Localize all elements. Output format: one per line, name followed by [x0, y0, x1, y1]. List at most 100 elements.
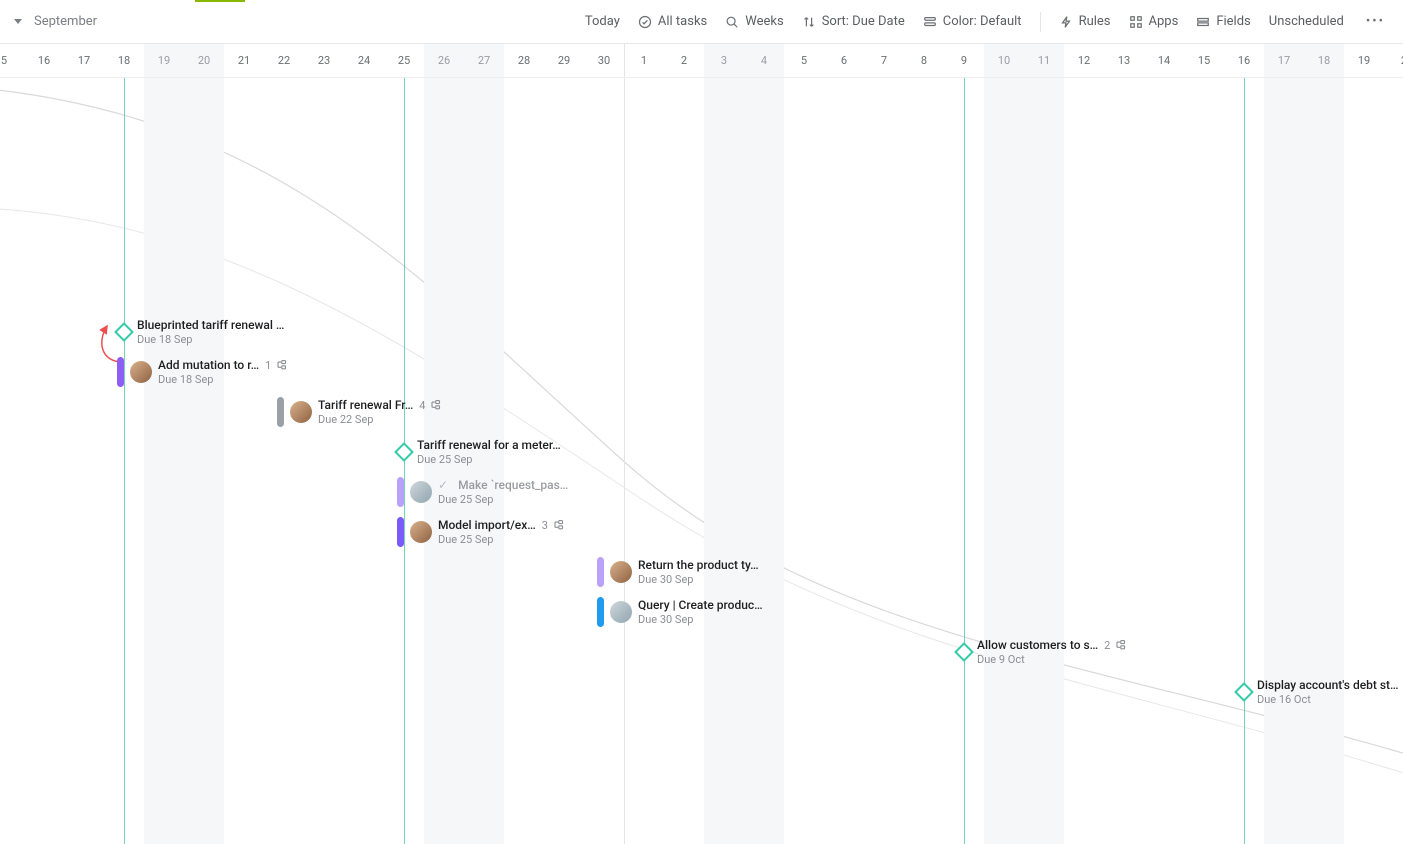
milestone-vline — [964, 78, 965, 844]
day-header: 6 — [824, 44, 864, 77]
day-header: 10 — [984, 44, 1024, 77]
day-header: 18 — [1304, 44, 1344, 77]
unscheduled-button[interactable]: Unscheduled — [1269, 14, 1344, 29]
rules-button[interactable]: Rules — [1059, 14, 1111, 29]
palette-icon — [923, 15, 937, 29]
task-title: Return the product ty… — [638, 558, 759, 572]
weekend-column — [1264, 78, 1344, 844]
day-header: 17 — [64, 44, 104, 77]
task-t10[interactable]: Display account's debt st…Due 16 Oct — [1237, 675, 1399, 709]
task-t3[interactable]: Tariff renewal Fr…4Due 22 Sep — [277, 395, 441, 429]
task-pill — [597, 557, 604, 587]
task-t8[interactable]: Query | Create produc…Due 30 Sep — [597, 595, 763, 629]
task-t4[interactable]: Tariff renewal for a meter…Due 25 Sep — [397, 435, 561, 469]
task-t5[interactable]: ✓ Make `request_pas…Due 25 Sep — [397, 475, 568, 509]
timeline-body[interactable]: Blueprinted tariff renewal …Due 18 SepAd… — [0, 78, 1403, 844]
assignee-avatar — [290, 401, 312, 423]
timeline-toolbar: September Today All tasks Weeks Sort: Du… — [0, 0, 1403, 44]
tab-accent — [195, 0, 245, 2]
milestone-vline — [1244, 78, 1245, 844]
task-title: Model import/ex… — [438, 518, 536, 532]
task-pill — [117, 357, 124, 387]
task-title: Query | Create produc… — [638, 598, 763, 612]
day-header: 5 — [0, 44, 24, 77]
task-title: Allow customers to s… — [977, 638, 1098, 652]
day-header: 21 — [224, 44, 264, 77]
month-divider — [624, 44, 625, 77]
timeline-date-header: 5161718192021222324252627282930123456789… — [0, 44, 1403, 78]
day-header: 26 — [424, 44, 464, 77]
task-pill — [597, 597, 604, 627]
day-header: 9 — [944, 44, 984, 77]
task-due: Due 16 Oct — [1257, 693, 1399, 706]
assignee-avatar — [610, 561, 632, 583]
task-due: Due 22 Sep — [318, 413, 441, 426]
day-header: 29 — [544, 44, 584, 77]
task-pill — [397, 517, 404, 547]
task-title: Make `request_pas… — [458, 478, 568, 492]
all-tasks-filter[interactable]: All tasks — [638, 14, 707, 29]
task-t6[interactable]: Model import/ex…3Due 25 Sep — [397, 515, 564, 549]
task-title: Tariff renewal for a meter… — [417, 438, 561, 452]
grid-icon — [1129, 15, 1143, 29]
task-t1[interactable]: Blueprinted tariff renewal …Due 18 Sep — [117, 315, 284, 349]
month-label[interactable]: September — [34, 14, 97, 29]
day-header: 18 — [104, 44, 144, 77]
milestone-vline — [124, 78, 125, 844]
task-t2[interactable]: Add mutation to r…1Due 18 Sep — [117, 355, 287, 389]
task-pill — [277, 397, 284, 427]
check-icon: ✓ — [438, 478, 448, 492]
color-control[interactable]: Color: Default — [923, 14, 1022, 29]
day-header: 22 — [264, 44, 304, 77]
day-header: 25 — [384, 44, 424, 77]
task-t7[interactable]: Return the product ty…Due 30 Sep — [597, 555, 759, 589]
day-header: 3 — [704, 44, 744, 77]
day-header: 24 — [344, 44, 384, 77]
sort-control[interactable]: Sort: Due Date — [802, 14, 905, 29]
apps-button[interactable]: Apps — [1129, 14, 1179, 29]
task-due: Due 18 Sep — [158, 373, 287, 386]
day-header: 15 — [1184, 44, 1224, 77]
day-header: 4 — [744, 44, 784, 77]
magnifier-icon — [725, 15, 739, 29]
day-header: 8 — [904, 44, 944, 77]
day-header: 5 — [784, 44, 824, 77]
task-due: Due 9 Oct — [977, 653, 1126, 666]
assignee-avatar — [610, 601, 632, 623]
day-header: 30 — [584, 44, 624, 77]
check-circle-icon — [638, 15, 652, 29]
task-t9[interactable]: Allow customers to s… 2Due 9 Oct — [957, 635, 1126, 669]
task-title: Tariff renewal Fr… — [318, 398, 413, 412]
month-divider — [624, 78, 625, 844]
day-header: 12 — [1064, 44, 1104, 77]
assignee-avatar — [410, 481, 432, 503]
milestone-icon — [1234, 682, 1254, 702]
task-due: Due 30 Sep — [638, 613, 763, 626]
assignee-avatar — [130, 361, 152, 383]
task-title: Blueprinted tariff renewal … — [137, 318, 284, 332]
subtask-count: 2 — [1104, 639, 1126, 652]
task-due: Due 25 Sep — [438, 493, 568, 506]
weekend-column — [144, 78, 224, 844]
fields-button[interactable]: Fields — [1196, 14, 1250, 29]
fields-icon — [1196, 15, 1210, 29]
milestone-icon — [394, 442, 414, 462]
task-due: Due 30 Sep — [638, 573, 759, 586]
subtask-count: 1 — [265, 359, 287, 372]
sort-icon — [802, 15, 816, 29]
day-header: 19 — [1344, 44, 1384, 77]
assignee-avatar — [410, 521, 432, 543]
lightning-icon — [1059, 15, 1073, 29]
more-menu-icon[interactable]: ••• — [1362, 14, 1389, 29]
day-header: 14 — [1144, 44, 1184, 77]
day-header: 7 — [864, 44, 904, 77]
task-pill — [397, 477, 404, 507]
today-button[interactable]: Today — [585, 14, 620, 29]
task-due: Due 18 Sep — [137, 333, 284, 346]
zoom-weeks[interactable]: Weeks — [725, 14, 783, 29]
task-due: Due 25 Sep — [438, 533, 564, 546]
month-caret-icon[interactable] — [14, 19, 22, 24]
milestone-icon — [114, 322, 134, 342]
milestone-icon — [954, 642, 974, 662]
day-header: 11 — [1024, 44, 1064, 77]
